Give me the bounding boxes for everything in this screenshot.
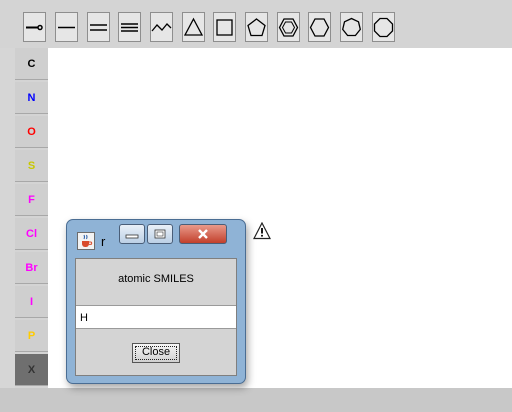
benzene-ring-tool[interactable] (277, 12, 300, 42)
arrow-bond-icon (26, 24, 43, 30)
square-ring-icon (216, 18, 233, 36)
triple-bond-tool[interactable] (118, 12, 141, 42)
double-bond-tool[interactable] (87, 12, 110, 42)
element-label: Cl (26, 227, 37, 240)
maximize-button[interactable] (147, 224, 173, 244)
element-p-button[interactable]: P (15, 320, 48, 352)
dialog-title: r (101, 234, 106, 249)
element-label: O (27, 125, 36, 138)
heptagon-ring-icon (341, 17, 362, 36)
benzene-ring-icon (278, 17, 299, 37)
element-br-button[interactable]: Br (15, 252, 48, 284)
element-c-button[interactable]: C (15, 48, 48, 80)
window-controls (107, 224, 239, 246)
java-cup-icon (82, 234, 93, 247)
hexagon-ring-tool[interactable] (308, 12, 331, 42)
arrow-bond-tool[interactable] (23, 12, 46, 42)
double-bond-icon (90, 23, 107, 31)
element-n-button[interactable]: N (15, 82, 48, 114)
element-label: I (29, 295, 34, 308)
dialog-body: atomic SMILES H Close (75, 258, 237, 376)
java-icon (77, 232, 95, 250)
element-label: S (27, 159, 36, 172)
chain-tool[interactable] (150, 12, 173, 42)
element-f-button[interactable]: F (15, 184, 48, 216)
single-bond-icon (58, 26, 75, 28)
pentagon-ring-tool[interactable] (245, 12, 268, 42)
minimize-button[interactable] (119, 224, 145, 244)
element-label: N (27, 91, 36, 104)
square-ring-tool[interactable] (213, 12, 236, 42)
heptagon-ring-tool[interactable] (340, 12, 363, 42)
element-label: P (27, 329, 36, 342)
element-o-button[interactable]: O (15, 116, 48, 148)
octagon-ring-icon (373, 17, 394, 37)
atomic-smiles-label: atomic SMILES (118, 273, 194, 285)
element-label: X (27, 363, 36, 376)
atomic-smiles-input[interactable]: H (76, 305, 236, 329)
atomic-smiles-dialog: r atomic SMILES H Close (66, 219, 246, 384)
element-label: C (27, 57, 36, 70)
octagon-ring-tool[interactable] (372, 12, 395, 42)
element-s-button[interactable]: S (15, 150, 48, 182)
element-palette: C N O S F Cl Br I P X (15, 48, 48, 392)
hexagon-ring-icon (309, 17, 330, 37)
triangle-ring-tool[interactable] (182, 12, 205, 42)
element-label: Br (25, 261, 38, 274)
element-cl-button[interactable]: Cl (15, 218, 48, 250)
status-bar (0, 388, 512, 412)
close-button[interactable]: Close (132, 343, 180, 363)
element-i-button[interactable]: I (15, 286, 48, 318)
triangle-ring-icon (183, 17, 204, 36)
bond-ring-toolbar (0, 0, 512, 49)
close-icon (198, 229, 208, 239)
single-bond-tool[interactable] (55, 12, 78, 42)
element-x-button[interactable]: X (15, 354, 48, 386)
minimize-icon (125, 234, 139, 239)
triple-bond-icon (121, 22, 138, 32)
element-label: F (28, 193, 35, 206)
left-strip (0, 48, 15, 392)
close-window-button[interactable] (179, 224, 227, 244)
chain-icon (151, 22, 172, 31)
pentagon-ring-icon (247, 17, 266, 36)
warning-icon (253, 222, 271, 240)
maximize-icon (154, 229, 166, 239)
